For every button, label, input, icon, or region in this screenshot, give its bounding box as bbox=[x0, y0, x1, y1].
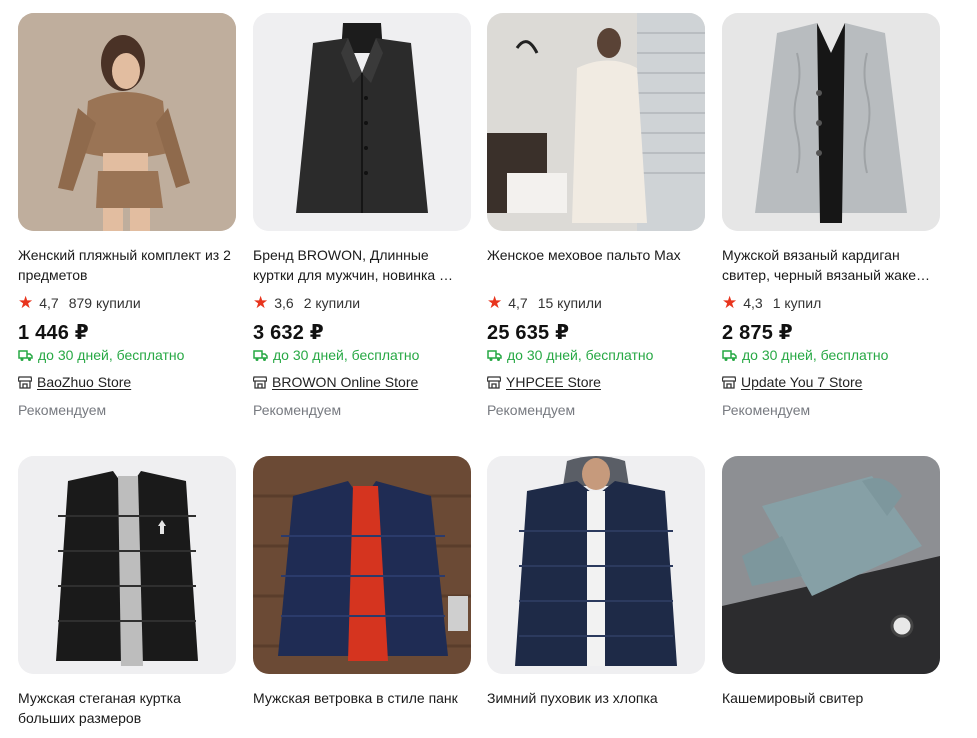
delivery-info: до 30 дней, бесплатно bbox=[18, 347, 236, 364]
delivery-text: до 30 дней, бесплатно bbox=[507, 347, 654, 363]
product-card[interactable]: Кашемировый свитер bbox=[722, 456, 940, 728]
product-title[interactable]: Зимний пуховик из хлопка bbox=[487, 688, 705, 728]
delivery-text: до 30 дней, бесплатно bbox=[273, 347, 420, 363]
product-image[interactable] bbox=[487, 456, 705, 674]
product-price: 3 632 ₽ bbox=[253, 322, 324, 344]
store-name[interactable]: BROWON Online Store bbox=[272, 374, 418, 391]
product-price: 2 875 ₽ bbox=[722, 322, 793, 344]
product-title[interactable]: Мужской вязаный кардиган свитер, черный … bbox=[722, 245, 940, 285]
purchase-count: 1 купил bbox=[772, 295, 822, 311]
purchase-count: 2 купили bbox=[303, 295, 361, 311]
truck-icon bbox=[487, 350, 502, 361]
rating-value: 4,3 bbox=[743, 295, 763, 311]
store-icon bbox=[253, 376, 267, 389]
delivery-text: до 30 дней, бесплатно bbox=[742, 347, 889, 363]
store-link[interactable]: BaoZhuo Store bbox=[18, 374, 236, 391]
delivery-info: до 30 дней, бесплатно bbox=[722, 347, 940, 364]
recommended-badge: Рекомендуем bbox=[487, 402, 576, 418]
product-rating: ★ 3,6 2 купили bbox=[253, 294, 471, 312]
rating-value: 3,6 bbox=[274, 295, 294, 311]
product-rating: ★ 4,7 879 купили bbox=[18, 294, 236, 312]
star-icon: ★ bbox=[253, 293, 269, 312]
rating-value: 4,7 bbox=[508, 295, 528, 311]
product-image[interactable] bbox=[253, 456, 471, 674]
woman-knit-set-photo bbox=[18, 13, 236, 231]
purchase-count: 15 купили bbox=[537, 295, 602, 311]
delivery-info: до 30 дней, бесплатно bbox=[487, 347, 705, 364]
delivery-text: до 30 дней, бесплатно bbox=[38, 347, 185, 363]
product-title[interactable]: Мужская ветровка в стиле панк bbox=[253, 688, 471, 728]
store-link[interactable]: Update You 7 Store bbox=[722, 374, 940, 391]
star-icon: ★ bbox=[722, 293, 738, 312]
product-title[interactable]: Женское меховое пальто Max bbox=[487, 245, 705, 285]
product-card[interactable]: Женский пляжный комплект из 2 предметов … bbox=[18, 13, 236, 419]
product-card[interactable]: Мужской вязаный кардиган свитер, черный … bbox=[722, 13, 940, 419]
store-name[interactable]: BaoZhuo Store bbox=[37, 374, 131, 391]
white-fur-coat-photo bbox=[487, 13, 705, 231]
store-icon bbox=[18, 376, 32, 389]
product-image[interactable] bbox=[722, 456, 940, 674]
truck-icon bbox=[18, 350, 33, 361]
rating-value: 4,7 bbox=[39, 295, 59, 311]
product-title[interactable]: Бренд BROWON, Длинные куртки для мужчин,… bbox=[253, 245, 471, 285]
navy-windbreaker-photo bbox=[253, 456, 471, 674]
product-card[interactable]: Зимний пуховик из хлопка bbox=[487, 456, 705, 728]
product-title[interactable]: Женский пляжный комплект из 2 предметов bbox=[18, 245, 236, 285]
star-icon: ★ bbox=[487, 293, 503, 312]
delivery-info: до 30 дней, бесплатно bbox=[253, 347, 471, 364]
black-puffer-jacket-photo bbox=[18, 456, 236, 674]
product-price: 25 635 ₽ bbox=[487, 322, 570, 344]
navy-hooded-puffer-photo bbox=[487, 456, 705, 674]
store-link[interactable]: YHPCEE Store bbox=[487, 374, 705, 391]
product-title[interactable]: Кашемировый свитер bbox=[722, 688, 940, 728]
recommended-badge: Рекомендуем bbox=[18, 402, 107, 418]
product-image[interactable] bbox=[487, 13, 705, 231]
product-card[interactable]: Мужская стеганая куртка больших размеров bbox=[18, 456, 236, 728]
product-image[interactable] bbox=[722, 13, 940, 231]
product-rating: ★ 4,3 1 купил bbox=[722, 294, 940, 312]
turtleneck-sweater-photo bbox=[722, 456, 940, 674]
store-name[interactable]: Update You 7 Store bbox=[741, 374, 862, 391]
recommended-badge: Рекомендуем bbox=[722, 402, 811, 418]
truck-icon bbox=[722, 350, 737, 361]
product-title[interactable]: Мужская стеганая куртка больших размеров bbox=[18, 688, 236, 728]
store-icon bbox=[722, 376, 736, 389]
store-name[interactable]: YHPCEE Store bbox=[506, 374, 601, 391]
store-icon bbox=[487, 376, 501, 389]
purchase-count: 879 купили bbox=[68, 295, 141, 311]
product-rating: ★ 4,7 15 купили bbox=[487, 294, 705, 312]
recommended-badge: Рекомендуем bbox=[253, 402, 342, 418]
product-price: 1 446 ₽ bbox=[18, 322, 89, 344]
product-image[interactable] bbox=[18, 13, 236, 231]
grey-cardigan-photo bbox=[722, 13, 940, 231]
truck-icon bbox=[253, 350, 268, 361]
store-link[interactable]: BROWON Online Store bbox=[253, 374, 471, 391]
product-card[interactable]: Мужская ветровка в стиле панк bbox=[253, 456, 471, 728]
black-coat-photo bbox=[253, 13, 471, 231]
product-card[interactable]: Бренд BROWON, Длинные куртки для мужчин,… bbox=[253, 13, 471, 419]
product-image[interactable] bbox=[253, 13, 471, 231]
product-image[interactable] bbox=[18, 456, 236, 674]
product-card[interactable]: Женское меховое пальто Max ★ 4,7 15 купи… bbox=[487, 13, 705, 419]
star-icon: ★ bbox=[18, 293, 34, 312]
